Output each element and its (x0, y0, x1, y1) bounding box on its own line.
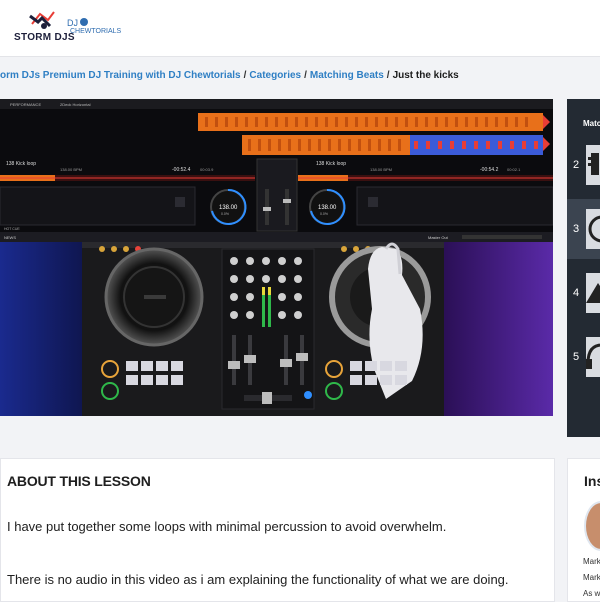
deck-left-time-neg: -00:52.4 (172, 167, 191, 173)
playlist-title: Matc (583, 119, 600, 128)
site-logo[interactable]: STORM DJS DJ CHEWTORIALS (14, 10, 121, 50)
deck-left-key: 138.00 BPM (60, 167, 82, 172)
playlist-item-2[interactable]: 2 (567, 135, 600, 195)
deck-left-pitch: 0.0% (221, 212, 229, 216)
logo-sub-text: CHEWTORIALS (70, 28, 122, 35)
chewtorials-icon (80, 18, 88, 26)
hot-cue-label: HOT CUE (4, 227, 20, 231)
master-out-label: Master Out (428, 235, 449, 240)
performance-label: PERFORMANCE (10, 102, 41, 107)
headphones-icon (586, 337, 600, 377)
about-paragraph: There is no audio in this video as i am … (7, 572, 509, 587)
deck-left-bpm: 138.00 (219, 205, 238, 211)
lesson-video-player[interactable]: PERFORMANCE 2Deck Horizontal 138 Kick lo… (0, 99, 553, 416)
deck-right-bpm: 138.00 (318, 205, 337, 211)
lesson-playlist: Matc 2 3 4 5 (567, 99, 600, 437)
breadcrumb-separator: / (386, 70, 390, 81)
breadcrumb-matching-beats[interactable]: Matching Beats (310, 70, 384, 81)
deck-right-time-pos: 00:02.1 (507, 167, 521, 172)
site-header: STORM DJS DJ CHEWTORIALS (0, 0, 600, 57)
logo-text: STORM DJS (14, 32, 75, 43)
about-heading: ABOUT THIS LESSON (7, 473, 151, 489)
deck-right-time-neg: -00:54.2 (480, 167, 499, 173)
breadcrumb-current: Just the kicks (392, 70, 459, 81)
instructor-text: Mark (583, 557, 600, 566)
breadcrumb-separator: / (304, 70, 307, 81)
playlist-item-3[interactable]: 3 (567, 199, 600, 259)
playlist-item-4[interactable]: 4 (567, 263, 600, 323)
playlist-item-number: 4 (573, 287, 580, 299)
about-lesson-card: ABOUT THIS LESSON I have put together so… (0, 458, 555, 602)
deck-left-time-pos: 00:03.9 (200, 167, 214, 172)
playlist-item-number: 3 (573, 223, 580, 235)
instructor-text: As we (583, 589, 600, 598)
deck-right-key: 138.00 BPM (370, 167, 392, 172)
instructor-heading: Ins (584, 473, 600, 489)
breadcrumb: orm DJs Premium DJ Training with DJ Chew… (0, 70, 600, 86)
playlist-item-5[interactable]: 5 (567, 327, 600, 387)
breadcrumb-separator: / (243, 70, 247, 81)
deck-right-title: 138 Kick loop (316, 161, 346, 167)
playlist-item-number: 2 (573, 159, 580, 171)
about-paragraph: I have put together some loops with mini… (7, 519, 447, 534)
deck-left-title: 138 Kick loop (6, 161, 36, 167)
breadcrumb-categories[interactable]: Categories (249, 70, 301, 81)
video-frame: PERFORMANCE 2Deck Horizontal 138 Kick lo… (0, 99, 553, 416)
breadcrumb-course[interactable]: orm DJs Premium DJ Training with DJ Chew… (0, 70, 241, 81)
avatar (584, 501, 600, 551)
microphone-icon (586, 145, 600, 185)
metronome-icon (586, 209, 600, 249)
mountain-icon (586, 273, 600, 313)
news-label: NEWS (4, 235, 16, 240)
instructor-text: Mark (583, 573, 600, 582)
playlist-item-number: 5 (573, 351, 580, 363)
logo-dj-text: DJ (67, 18, 78, 28)
deck-right-pitch: 0.0% (320, 212, 328, 216)
layout-label: 2Deck Horizontal (60, 102, 91, 107)
instructor-card: Ins Mark Mark As we (567, 458, 600, 602)
